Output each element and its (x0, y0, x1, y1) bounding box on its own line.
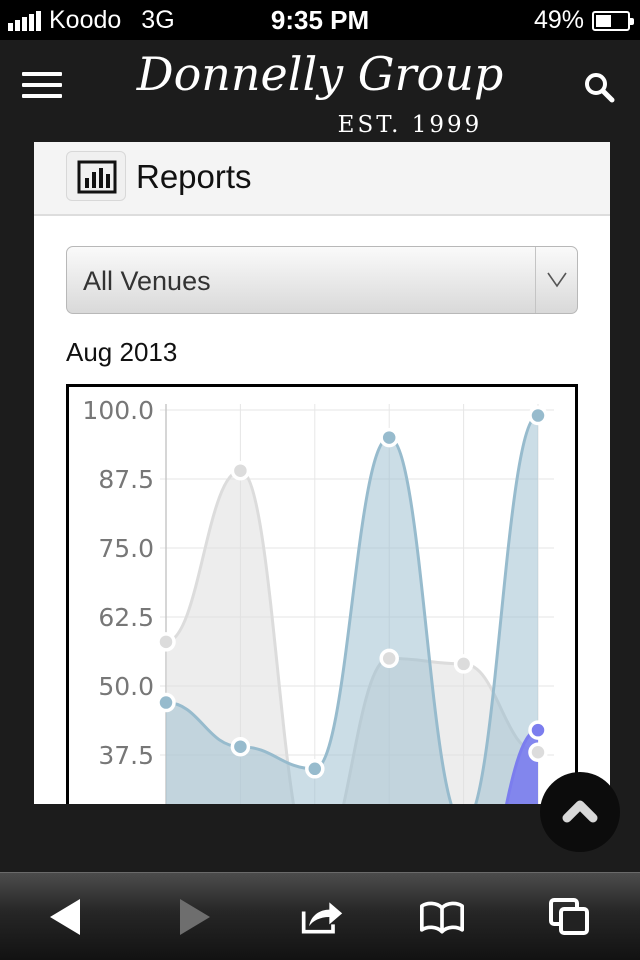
reports-card: Reports All Venues Aug 2013 100.0 87.5 75.… (34, 142, 610, 804)
logo-est: EST. 1999 (338, 112, 483, 138)
chevron-up-icon (562, 800, 598, 823)
data-point (230, 460, 251, 481)
area-chart: 100.087.575.062.550.037.525.012.5 (82, 396, 554, 804)
logo: Donnelly Group EST. 1999 (136, 47, 504, 138)
battery-percent: 49% (533, 6, 584, 34)
data-point (528, 405, 548, 426)
chevron-down-icon (535, 247, 577, 313)
site-header: Donnelly Group EST. 1999 (0, 40, 640, 142)
card-header: Reports (34, 142, 610, 216)
data-point (230, 736, 251, 757)
data-point (305, 759, 325, 779)
browser-toolbar (0, 872, 640, 960)
data-point (528, 742, 548, 762)
status-right: 49% (533, 6, 634, 35)
data-point (379, 648, 399, 669)
period-label: Aug 2013 (66, 337, 178, 367)
data-point (379, 427, 399, 448)
y-tick-label: 50.0 (98, 672, 154, 701)
hamburger-icon[interactable] (22, 72, 62, 100)
page-title: Reports (136, 158, 252, 195)
data-point (156, 692, 176, 713)
logo-script: Donnelly Group (136, 47, 504, 101)
scroll-top-button[interactable] (540, 772, 620, 852)
bar-chart-icon (66, 151, 126, 201)
y-tick-label: 37.5 (98, 741, 154, 770)
data-point (453, 654, 474, 674)
venue-select[interactable]: All Venues (66, 246, 578, 314)
y-tick-label: 100.0 (82, 396, 154, 425)
data-point (528, 720, 548, 740)
venue-select-value: All Venues (83, 266, 211, 296)
search-icon[interactable] (582, 70, 616, 104)
tabs-icon[interactable] (548, 897, 592, 937)
bookmarks-icon[interactable] (420, 897, 464, 937)
data-point (156, 632, 176, 652)
battery-fill (596, 14, 611, 27)
y-tick-label: 75.0 (98, 534, 154, 563)
y-tick-label: 62.5 (98, 603, 154, 632)
forward-arrow-icon[interactable] (172, 897, 216, 937)
y-tick-label: 87.5 (98, 465, 154, 494)
share-icon[interactable] (300, 897, 344, 937)
battery-icon (592, 10, 634, 31)
status-bar: Koodo 3G 9:35 PM 49% (0, 0, 640, 40)
chart-frame: 100.087.575.062.550.037.525.012.5 (66, 384, 578, 804)
back-arrow-icon[interactable] (44, 897, 88, 937)
